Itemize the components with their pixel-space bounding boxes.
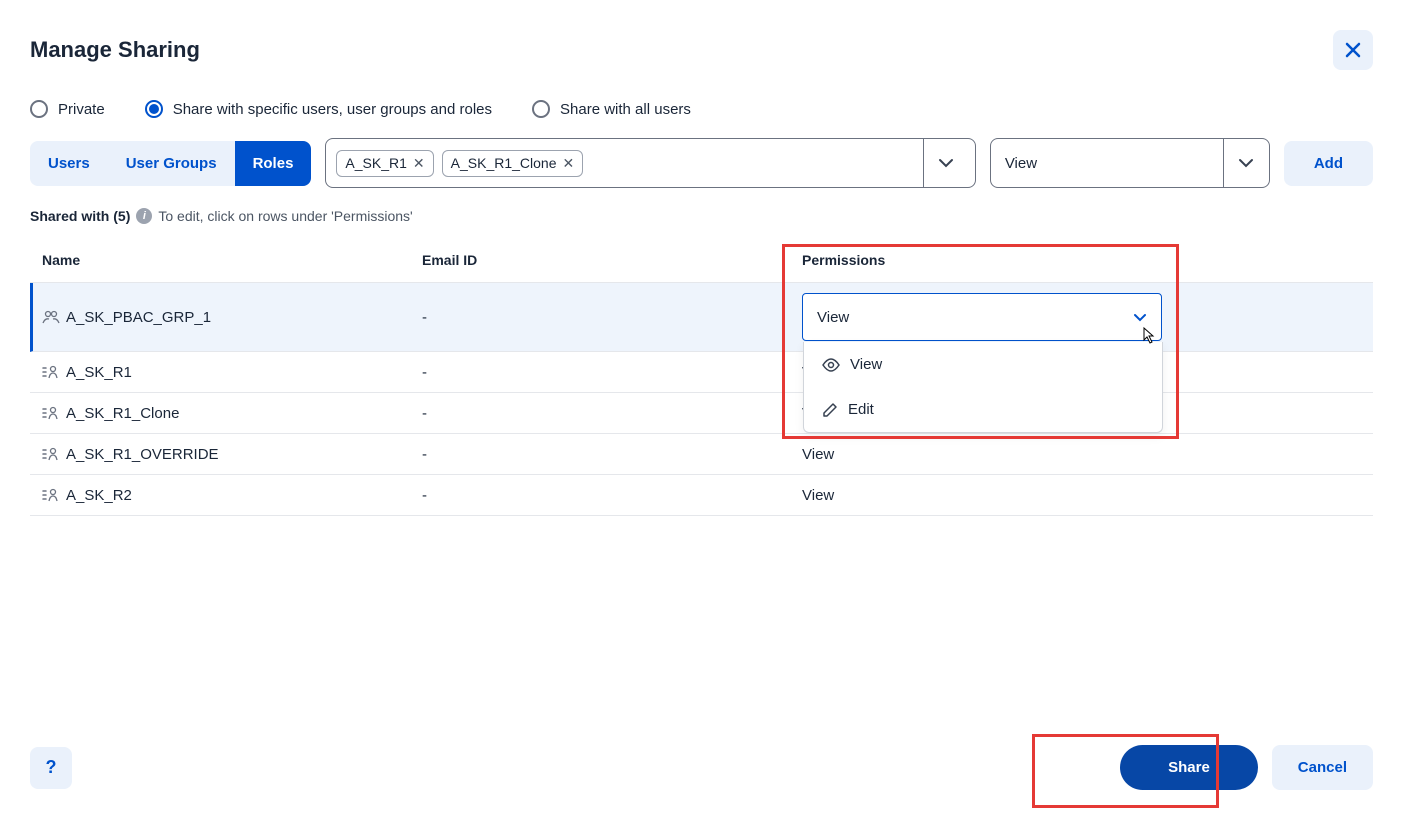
permission-select[interactable]: View [990, 138, 1270, 188]
chip-label: A_SK_R1 [345, 155, 406, 171]
chevron-down-icon [938, 158, 954, 168]
select-caret [1223, 139, 1269, 187]
table-row[interactable]: A_SK_R1 - View [30, 352, 1373, 393]
row-email: - [422, 405, 802, 422]
permission-value: View [817, 309, 849, 326]
footer-actions: Share Cancel [1120, 745, 1373, 790]
chip-remove-icon[interactable]: ✕ [413, 155, 425, 172]
chip-remove-icon[interactable]: ✕ [563, 155, 575, 172]
help-button[interactable]: ? [30, 747, 72, 789]
radio-icon [532, 100, 550, 118]
cursor-icon [1138, 326, 1156, 348]
shared-with-hint: To edit, click on rows under 'Permission… [158, 208, 412, 224]
shared-with-row: Shared with (5) i To edit, click on rows… [30, 208, 1373, 224]
role-icon [42, 487, 60, 503]
sharing-table: Name Email ID Permissions A_SK_PBAC_GRP_… [30, 238, 1373, 516]
table-row[interactable]: A_SK_R1_OVERRIDE - View [30, 434, 1373, 475]
role-icon [42, 446, 60, 462]
row-name: A_SK_PBAC_GRP_1 [66, 309, 211, 326]
shared-with-label: Shared with (5) [30, 208, 130, 224]
tab-users[interactable]: Users [30, 141, 108, 186]
radio-private[interactable]: Private [30, 100, 105, 118]
name-cell: A_SK_R1 [42, 364, 422, 381]
add-button[interactable]: Add [1284, 141, 1373, 186]
name-cell: A_SK_R1_OVERRIDE [42, 446, 422, 463]
radio-private-label: Private [58, 101, 105, 118]
dropdown-item-edit[interactable]: Edit [804, 387, 1162, 432]
row-name: A_SK_R2 [66, 487, 132, 504]
row-email: - [422, 487, 802, 504]
group-icon [42, 309, 60, 325]
role-icon [42, 405, 60, 421]
entity-tabs: Users User Groups Roles [30, 141, 311, 186]
permission-select-value: View [1005, 155, 1037, 172]
dropdown-item-label: View [850, 356, 882, 373]
row-permission[interactable]: View [802, 446, 1361, 463]
tab-roles[interactable]: Roles [235, 141, 312, 186]
radio-all[interactable]: Share with all users [532, 100, 691, 118]
row-name: A_SK_R1_OVERRIDE [66, 446, 219, 463]
name-cell: A_SK_PBAC_GRP_1 [42, 309, 422, 326]
row-name: A_SK_R1_Clone [66, 405, 179, 422]
share-scope-radios: Private Share with specific users, user … [30, 100, 1373, 118]
dropdown-item-label: Edit [848, 401, 874, 418]
info-icon: i [136, 208, 152, 224]
chip-label: A_SK_R1_Clone [451, 155, 557, 171]
dropdown-item-view[interactable]: View [804, 342, 1162, 387]
chip: A_SK_R1 ✕ [336, 150, 433, 177]
row-permission-cell: View View Edit [802, 293, 1361, 341]
row-email: - [422, 309, 802, 326]
chip: A_SK_R1_Clone ✕ [442, 150, 584, 177]
table-row[interactable]: A_SK_R2 - View [30, 475, 1373, 516]
controls-row: Users User Groups Roles A_SK_R1 ✕ A_SK_R… [30, 138, 1373, 188]
th-permissions: Permissions [802, 252, 1361, 268]
permission-inline-select[interactable]: View View Edit [802, 293, 1162, 341]
role-icon [42, 364, 60, 380]
row-name: A_SK_R1 [66, 364, 132, 381]
tab-user-groups[interactable]: User Groups [108, 141, 235, 186]
dialog-footer: ? Share Cancel [30, 745, 1373, 790]
chevron-down-icon [1238, 158, 1254, 168]
multiselect-caret[interactable] [923, 139, 969, 187]
radio-icon [30, 100, 48, 118]
close-icon [1344, 41, 1362, 59]
eye-icon [822, 358, 840, 372]
name-cell: A_SK_R1_Clone [42, 405, 422, 422]
share-button[interactable]: Share [1120, 745, 1258, 790]
radio-specific-label: Share with specific users, user groups a… [173, 101, 492, 118]
row-email: - [422, 364, 802, 381]
roles-multiselect[interactable]: A_SK_R1 ✕ A_SK_R1_Clone ✕ [325, 138, 975, 188]
name-cell: A_SK_R2 [42, 487, 422, 504]
table-row[interactable]: A_SK_R1_Clone - View [30, 393, 1373, 434]
pencil-icon [822, 402, 838, 418]
dialog-header: Manage Sharing [30, 30, 1373, 70]
th-name: Name [42, 252, 422, 268]
table-row[interactable]: A_SK_PBAC_GRP_1 - View View Edit [30, 283, 1373, 352]
table-header: Name Email ID Permissions [30, 238, 1373, 283]
close-button[interactable] [1333, 30, 1373, 70]
permission-dropdown: View Edit [803, 342, 1163, 433]
dialog-title: Manage Sharing [30, 37, 200, 63]
radio-icon [145, 100, 163, 118]
cancel-button[interactable]: Cancel [1272, 745, 1373, 790]
chevron-down-icon [1133, 313, 1147, 322]
radio-all-label: Share with all users [560, 101, 691, 118]
th-email: Email ID [422, 252, 802, 268]
row-permission[interactable]: View [802, 487, 1361, 504]
row-email: - [422, 446, 802, 463]
radio-specific[interactable]: Share with specific users, user groups a… [145, 100, 492, 118]
